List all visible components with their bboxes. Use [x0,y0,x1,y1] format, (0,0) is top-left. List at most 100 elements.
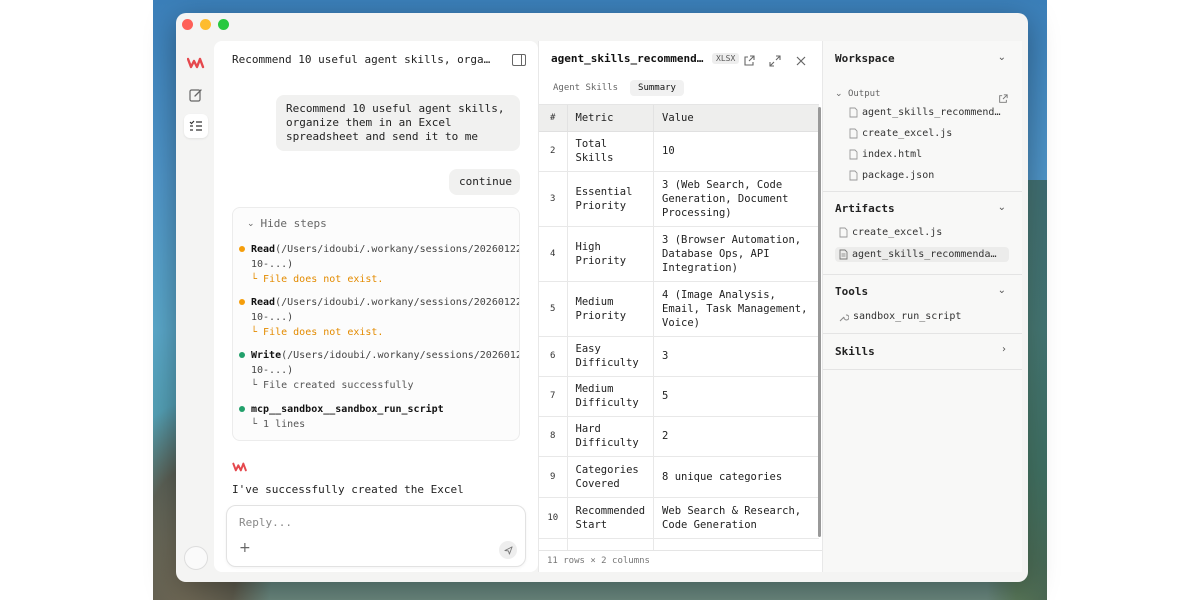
table-footer: 11 rows × 2 columns [539,550,823,572]
step-tool: Read [251,297,276,308]
send-button[interactable] [499,541,517,559]
step-item[interactable]: Write(/Users/idoubi/.workany/sessions/20… [239,348,520,393]
tab-summary[interactable]: Summary [630,80,684,96]
chevron-right-icon[interactable]: › [1002,344,1006,355]
chevron-down-icon[interactable]: ⌄ [998,202,1006,213]
chevron-down-icon[interactable]: ⌄ [998,285,1006,296]
metric-cell[interactable]: Hard Difficulty [567,416,655,457]
artifacts-title[interactable]: Artifacts [835,202,895,215]
table-scrollbar[interactable] [818,107,821,537]
hide-steps-toggle[interactable]: ⌄ Hide steps [247,217,327,230]
file-name: package.json [862,170,935,181]
value-cell[interactable]: Web Search & Research, Code Generation [653,497,819,539]
row-number: 10 [539,497,568,539]
step-result: File does not exist. [263,274,384,285]
row-number: 3 [539,171,568,227]
wrench-icon [839,313,849,321]
attach-plus-icon[interactable]: + [239,540,251,556]
chevron-down-icon[interactable]: ⌄ [998,52,1006,63]
table-row: 5 Medium Priority 4 (Image Analysis, Ema… [539,281,819,337]
divider [823,274,1022,275]
step-path: (/Users/idoubi/.workany/sessions/2026012… [281,350,520,361]
value-cell[interactable]: 3 [653,336,819,377]
left-rail [176,43,214,582]
artifact-item[interactable]: agent_skills_recommenda… [835,247,1009,262]
assistant-message: I've successfully created the Excel [232,483,464,496]
metric-cell[interactable]: High Priority [567,226,655,282]
workspace-file[interactable]: create_excel.js [849,128,1009,139]
step-path-cont: 10-...) [251,365,294,376]
artifact-name: create_excel.js [852,227,943,238]
reply-input-box[interactable]: Reply... + [226,505,526,567]
value-cell[interactable]: 3 (Browser Automation, Database Ops, API… [653,226,819,282]
step-item[interactable]: mcp__sandbox__sandbox_run_script └ 1 lin… [239,402,519,432]
status-dot-icon [239,246,245,252]
metric-cell[interactable]: Medium Difficulty [567,376,655,417]
metric-cell[interactable]: Essential Priority [567,171,655,227]
skills-title[interactable]: Skills [835,345,875,358]
value-cell[interactable]: 5 [653,376,819,417]
artifact-item[interactable]: create_excel.js [835,225,1009,240]
workspace-file[interactable]: agent_skills_recommend… [849,107,1009,118]
file-preview-panel: agent_skills_recommendat… XLSX Agent Ski… [538,41,823,572]
row-number: 6 [539,336,568,377]
send-icon [503,545,513,555]
chevron-down-icon: ⌄ [247,218,255,229]
hide-steps-label: Hide steps [260,217,327,230]
minimize-window-button[interactable] [200,19,211,30]
metric-cell[interactable]: Categories Covered [567,456,655,498]
step-item[interactable]: Read(/Users/idoubi/.workany/sessions/202… [239,242,519,287]
open-folder-icon[interactable] [998,89,1008,108]
status-dot-icon [239,299,245,305]
table-row: 3 Essential Priority 3 (Web Search, Code… [539,171,819,227]
tools-title[interactable]: Tools [835,285,868,298]
table-row: 10 Recommended Start Web Search & Resear… [539,497,819,539]
status-dot-icon [239,406,245,412]
open-external-icon[interactable] [743,52,757,66]
output-folder[interactable]: ⌄ Output [835,89,880,99]
tab-agent-skills[interactable]: Agent Skills [545,80,626,96]
assistant-logo-icon [232,457,248,476]
workspace-file[interactable]: index.html [849,149,1009,160]
tool-item[interactable]: sandbox_run_script [835,309,1009,324]
file-icon [849,107,858,118]
file-icon [849,128,858,139]
sidebar-toggle-icon[interactable] [512,54,526,66]
value-cell[interactable]: 2 [653,416,819,457]
chevron-down-icon: ⌄ [835,89,843,99]
window-controls [182,19,229,30]
divider [823,191,1022,192]
user-avatar[interactable] [184,546,208,570]
column-header: Value [653,105,819,132]
table-row: 6 Easy Difficulty 3 [539,336,819,377]
table-header-row: # Metric Value [539,105,819,132]
user-message-continue: continue [449,169,520,195]
step-item[interactable]: Read(/Users/idoubi/.workany/sessions/202… [239,295,519,340]
tool-name: sandbox_run_script [853,311,962,322]
divider [823,369,1022,370]
value-cell[interactable]: 10 [653,131,819,172]
value-cell[interactable]: 4 (Image Analysis, Email, Task Managemen… [653,281,819,337]
metric-cell[interactable]: Easy Difficulty [567,336,655,377]
tasks-icon[interactable] [184,114,208,138]
step-tool: Read [251,244,276,255]
reply-input[interactable]: Reply... [239,516,292,529]
close-icon[interactable] [795,52,809,66]
metric-cell[interactable]: Recommended Start [567,497,655,539]
chat-panel: Recommend 10 useful agent skills, organi… [214,41,538,572]
workspace-file[interactable]: package.json [849,170,1009,181]
metric-cell[interactable]: Total Skills [567,131,655,172]
file-icon [839,227,848,238]
new-chat-icon[interactable] [184,83,208,107]
value-cell[interactable]: 3 (Web Search, Code Generation, Document… [653,171,819,227]
metric-cell[interactable]: Medium Priority [567,281,655,337]
chat-title: Recommend 10 useful agent skills, organi… [232,53,494,66]
workspace-title[interactable]: Workspace [835,52,895,65]
output-folder-label: Output [847,89,881,99]
app-logo-icon[interactable] [184,51,208,75]
table-row: 2 Total Skills 10 [539,131,819,172]
maximize-window-button[interactable] [218,19,229,30]
close-window-button[interactable] [182,19,193,30]
value-cell[interactable]: 8 unique categories [653,456,819,498]
expand-icon[interactable] [769,52,783,67]
